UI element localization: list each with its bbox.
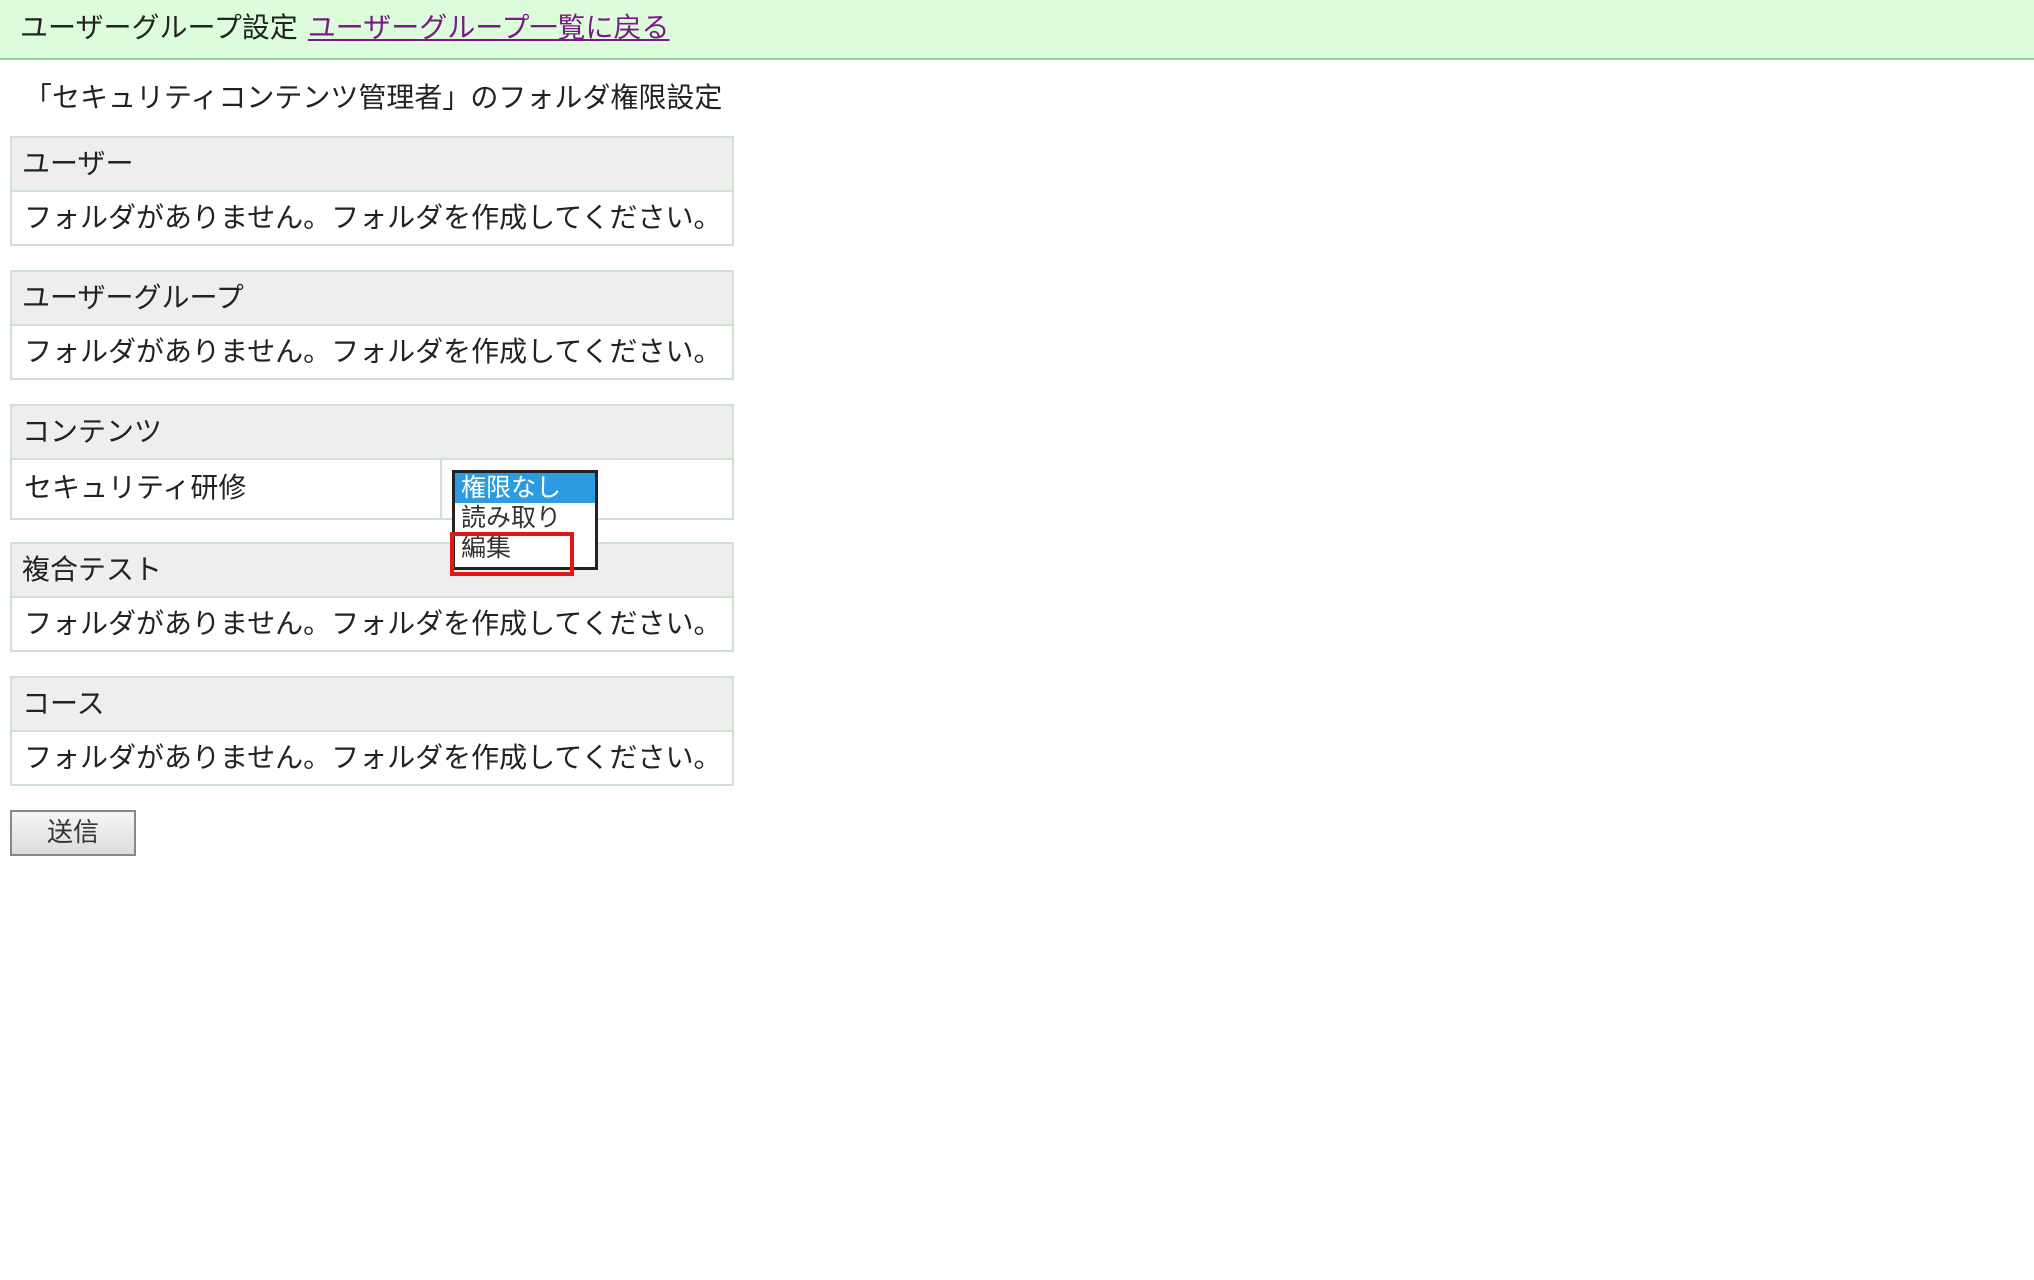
empty-folder-message: フォルダがありません。フォルダを作成してください。: [24, 607, 722, 640]
page-title: ユーザーグループ設定: [20, 11, 298, 44]
submit-button[interactable]: 送信: [10, 810, 136, 856]
section-course: コース フォルダがありません。フォルダを作成してください。: [10, 676, 734, 786]
permission-option-read[interactable]: 読み取り: [455, 503, 595, 533]
back-to-user-group-list-link[interactable]: ユーザーグループ一覧に戻る: [308, 11, 670, 44]
empty-folder-message: フォルダがありません。フォルダを作成してください。: [24, 741, 722, 774]
folder-row: セキュリティ研修: [12, 460, 732, 518]
folder-permission-heading: 「セキュリティコンテンツ管理者」のフォルダ権限設定: [24, 81, 723, 114]
empty-folder-message: フォルダがありません。フォルダを作成してください。: [24, 201, 722, 234]
permission-option-none[interactable]: 権限なし: [455, 473, 595, 503]
section-header: 複合テスト: [12, 544, 732, 598]
permission-option-edit[interactable]: 編集: [455, 533, 595, 563]
section-user: ユーザー フォルダがありません。フォルダを作成してください。: [10, 136, 734, 246]
section-user-group: ユーザーグループ フォルダがありません。フォルダを作成してください。: [10, 270, 734, 380]
section-header: ユーザーグループ: [12, 272, 732, 326]
section-header: コンテンツ: [12, 406, 732, 460]
section-header: ユーザー: [12, 138, 732, 192]
section-contents: コンテンツ セキュリティ研修: [10, 404, 734, 520]
section-header: コース: [12, 678, 732, 732]
permission-select-list[interactable]: 権限なし 読み取り 編集: [452, 470, 598, 570]
empty-folder-message: フォルダがありません。フォルダを作成してください。: [24, 335, 722, 368]
folder-name: セキュリティ研修: [12, 460, 442, 518]
section-compound-test: 複合テスト フォルダがありません。フォルダを作成してください。: [10, 542, 734, 652]
page-title-bar: ユーザーグループ設定 ユーザーグループ一覧に戻る: [20, 10, 670, 46]
top-bar: ユーザーグループ設定 ユーザーグループ一覧に戻る: [0, 0, 2034, 60]
